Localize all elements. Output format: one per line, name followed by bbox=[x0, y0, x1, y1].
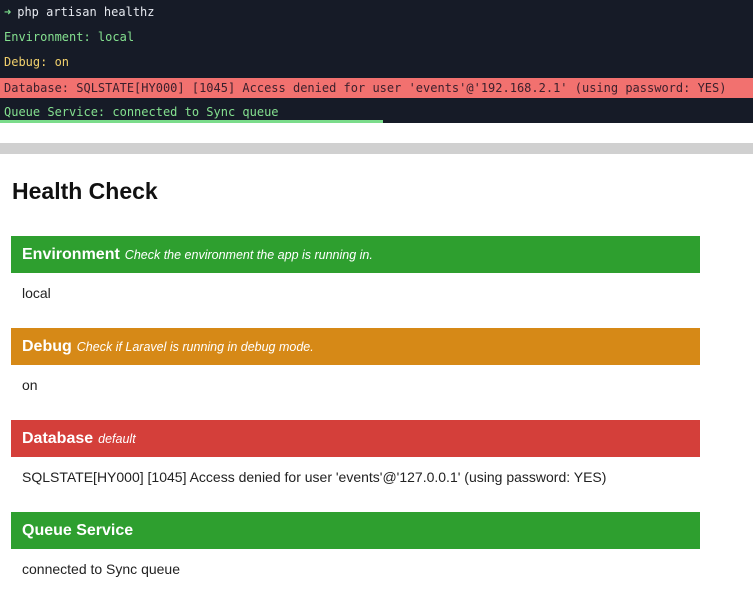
check-name: Queue Service bbox=[22, 522, 134, 539]
check-header-environment: Environment Check the environment the app… bbox=[11, 236, 700, 273]
check-debug: Debug Check if Laravel is running in debu… bbox=[11, 328, 700, 393]
terminal-window: ➜ php artisan healthz Environment: local … bbox=[0, 0, 753, 123]
check-description: default bbox=[98, 432, 136, 446]
check-header-database: Database default bbox=[11, 420, 700, 457]
page-title: Health Check bbox=[12, 178, 158, 204]
check-header-debug: Debug Check if Laravel is running in debu… bbox=[11, 328, 700, 365]
check-value: on bbox=[22, 377, 38, 393]
section-divider bbox=[0, 143, 753, 154]
check-name: Debug bbox=[22, 338, 72, 355]
check-name: Database bbox=[22, 430, 94, 447]
terminal-output-debug: Debug: on bbox=[4, 55, 70, 69]
terminal-command-line: ➜ php artisan healthz bbox=[4, 4, 155, 20]
terminal-output-database-error: Database: SQLSTATE[HY000] [1045] Access … bbox=[0, 78, 753, 98]
check-header-queue-service: Queue Service bbox=[11, 512, 700, 549]
check-value: local bbox=[22, 285, 51, 301]
check-value: connected to Sync queue bbox=[22, 561, 181, 577]
check-database: Database default SQLSTATE[HY000] [1045] A… bbox=[11, 420, 700, 485]
check-description: Check if Laravel is running in debug mod… bbox=[76, 340, 314, 354]
terminal-output-queue: Queue Service: connected to Sync queue bbox=[4, 105, 279, 119]
terminal-progress-underline bbox=[0, 120, 383, 123]
prompt-arrow-icon: ➜ bbox=[4, 5, 12, 19]
terminal-command: php artisan healthz bbox=[17, 5, 155, 19]
check-name: Environment bbox=[22, 246, 120, 263]
check-value: SQLSTATE[HY000] [1045] Access denied for… bbox=[22, 469, 607, 485]
check-environment: Environment Check the environment the app… bbox=[11, 236, 700, 301]
check-queue-service: Queue Service connected to Sync queue bbox=[11, 512, 700, 577]
check-description: Check the environment the app is running… bbox=[124, 248, 373, 262]
terminal-output-environment: Environment: local bbox=[4, 30, 135, 44]
